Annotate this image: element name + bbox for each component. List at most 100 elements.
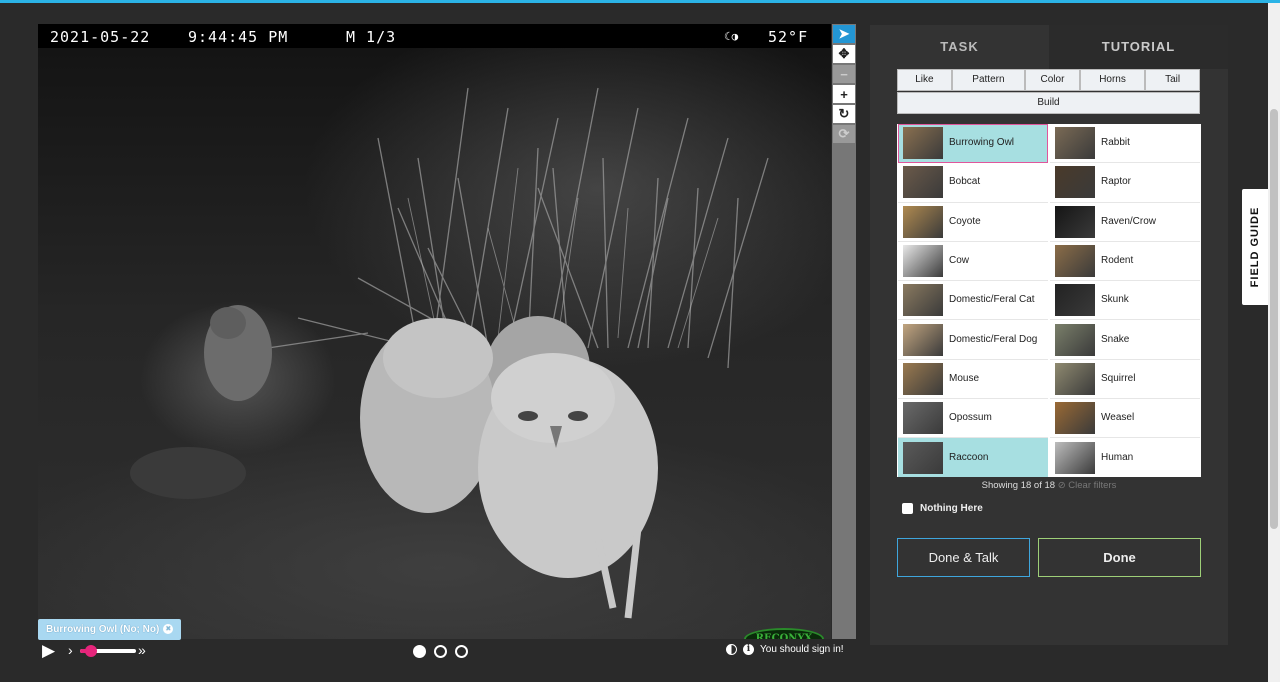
choice-label: Burrowing Owl bbox=[949, 137, 1015, 149]
camera-temperature: 52°F bbox=[768, 28, 809, 46]
choice-domestic-feral-dog[interactable]: Domestic/Feral Dog bbox=[898, 320, 1048, 360]
task-tabs: TASK TUTORIAL bbox=[870, 25, 1228, 69]
invert-contrast-icon[interactable] bbox=[726, 644, 737, 655]
choice-thumbnail bbox=[1055, 323, 1095, 356]
info-icon[interactable]: i bbox=[743, 644, 754, 655]
choice-domestic-feral-cat[interactable]: Domestic/Feral Cat bbox=[898, 281, 1048, 321]
scrollbar-thumb[interactable] bbox=[1270, 109, 1278, 529]
choice-squirrel[interactable]: Squirrel bbox=[1050, 359, 1200, 400]
filter-tail[interactable]: Tail bbox=[1145, 69, 1200, 91]
choice-thumbnail bbox=[1055, 284, 1095, 317]
choice-label: Snake bbox=[1101, 333, 1130, 345]
choice-label: Skunk bbox=[1101, 294, 1129, 306]
choice-raccoon[interactable]: Raccoon bbox=[898, 438, 1048, 477]
choice-weasel[interactable]: Weasel bbox=[1050, 399, 1200, 439]
choice-label: Raven/Crow bbox=[1101, 215, 1157, 227]
owl-photo-illustration bbox=[130, 87, 769, 619]
choice-skunk[interactable]: Skunk bbox=[1050, 281, 1200, 321]
playback-speed-slider[interactable] bbox=[80, 645, 136, 657]
choice-label: Mouse bbox=[949, 372, 980, 384]
choice-opossum[interactable]: Opossum bbox=[898, 399, 1048, 439]
clear-filters-link[interactable]: ⊘ Clear filters bbox=[1058, 480, 1117, 491]
top-accent-bar bbox=[0, 0, 1280, 3]
choice-label: Bobcat bbox=[949, 176, 981, 188]
choice-label: Raccoon bbox=[949, 451, 989, 463]
frame-dot-2[interactable] bbox=[434, 645, 447, 658]
species-choice-grid: Burrowing Owl Rabbit Bobcat Raptor Coyote Rav… bbox=[897, 124, 1201, 477]
camera-frame: M 1/3 bbox=[346, 28, 397, 46]
choice-thumbnail bbox=[903, 205, 943, 238]
choice-raven-crow[interactable]: Raven/Crow bbox=[1050, 202, 1200, 242]
remove-annotation-icon[interactable]: × bbox=[163, 624, 174, 635]
choice-label: Rodent bbox=[1101, 255, 1134, 267]
rotate-icon: ↻ bbox=[838, 106, 850, 121]
choice-label: Cow bbox=[949, 255, 970, 267]
annotation-tag[interactable]: Burrowing Owl (No; No) × bbox=[38, 619, 182, 640]
filter-like[interactable]: Like bbox=[897, 69, 952, 91]
choice-rodent[interactable]: Rodent bbox=[1050, 241, 1200, 282]
choice-thumbnail bbox=[1055, 362, 1095, 395]
choice-bobcat[interactable]: Bobcat bbox=[898, 163, 1048, 203]
choice-thumbnail bbox=[1055, 441, 1095, 474]
choice-thumbnail bbox=[903, 127, 943, 160]
nothing-here-checkbox[interactable] bbox=[902, 503, 913, 514]
task-panel: TASK TUTORIAL Like Pattern Color Horns T… bbox=[870, 25, 1228, 645]
nothing-here-option[interactable]: Nothing Here bbox=[902, 503, 983, 514]
frame-dot-1[interactable] bbox=[413, 645, 426, 658]
filter-horns[interactable]: Horns bbox=[1079, 69, 1146, 91]
nothing-here-label: Nothing Here bbox=[920, 503, 983, 514]
choice-label: Weasel bbox=[1101, 412, 1135, 424]
done-and-talk-button[interactable]: Done & Talk bbox=[897, 538, 1030, 577]
speed-slider-handle[interactable] bbox=[85, 645, 98, 657]
play-button[interactable]: ▶ bbox=[42, 641, 55, 661]
tab-tutorial[interactable]: TUTORIAL bbox=[1049, 25, 1228, 69]
reset-tool[interactable]: ⟳ bbox=[833, 125, 855, 143]
choice-thumbnail bbox=[1055, 205, 1095, 238]
choice-thumbnail bbox=[903, 245, 943, 278]
choice-thumbnail bbox=[1055, 166, 1095, 199]
annotation-label: Burrowing Owl (No; No) bbox=[46, 624, 160, 635]
move-tool[interactable]: ✥ bbox=[833, 45, 855, 63]
choice-thumbnail bbox=[903, 323, 943, 356]
page-scrollbar[interactable] bbox=[1268, 3, 1280, 682]
plus-icon: + bbox=[840, 86, 848, 102]
choice-human[interactable]: Human bbox=[1050, 438, 1200, 477]
choice-label: Coyote bbox=[949, 215, 981, 227]
choice-raptor[interactable]: Raptor bbox=[1050, 163, 1200, 203]
choice-cow[interactable]: Cow bbox=[898, 241, 1048, 282]
done-button[interactable]: Done bbox=[1038, 538, 1201, 577]
pointer-icon: ➤ bbox=[838, 26, 850, 41]
choice-mouse[interactable]: Mouse bbox=[898, 359, 1048, 400]
sign-in-prompt[interactable]: You should sign in! bbox=[760, 644, 844, 655]
refresh-icon: ⟳ bbox=[838, 126, 850, 141]
camera-time: 9:44:45 PM bbox=[188, 28, 289, 46]
pointer-tool[interactable]: ➤ bbox=[833, 25, 855, 43]
choice-label: Opossum bbox=[949, 412, 992, 424]
filter-bar: Like Pattern Color Horns Tail bbox=[897, 69, 1200, 91]
choice-coyote[interactable]: Coyote bbox=[898, 202, 1048, 242]
rotate-tool[interactable]: ↻ bbox=[833, 105, 855, 123]
filter-build[interactable]: Build bbox=[897, 92, 1200, 114]
field-guide-tab[interactable]: FIELD GUIDE bbox=[1242, 189, 1268, 305]
subject-viewer[interactable]: 2021-05-22 9:44:45 PM M 1/3 ☾◑ 52°F RECO… bbox=[38, 24, 831, 639]
minus-icon: − bbox=[840, 66, 848, 82]
frame-dot-3[interactable] bbox=[455, 645, 468, 658]
choice-thumbnail bbox=[1055, 245, 1095, 278]
tab-task[interactable]: TASK bbox=[870, 25, 1049, 69]
move-icon: ✥ bbox=[838, 46, 850, 61]
frame-pager bbox=[413, 645, 468, 658]
filter-color[interactable]: Color bbox=[1025, 69, 1080, 91]
choice-thumbnail bbox=[903, 362, 943, 395]
camera-date: 2021-05-22 bbox=[50, 28, 151, 46]
filter-pattern[interactable]: Pattern bbox=[951, 69, 1026, 91]
choice-thumbnail bbox=[903, 402, 943, 435]
choice-thumbnail bbox=[1055, 127, 1095, 160]
choice-label: Domestic/Feral Cat bbox=[949, 294, 1035, 306]
zoom-in-tool[interactable]: + bbox=[833, 85, 855, 103]
choice-label: Human bbox=[1101, 451, 1134, 463]
choice-rabbit[interactable]: Rabbit bbox=[1050, 124, 1200, 164]
zoom-out-tool[interactable]: − bbox=[833, 65, 855, 83]
choice-snake[interactable]: Snake bbox=[1050, 320, 1200, 360]
choice-burrowing-owl[interactable]: Burrowing Owl bbox=[898, 124, 1048, 164]
subject-image[interactable]: RECONYX bbox=[38, 48, 831, 639]
